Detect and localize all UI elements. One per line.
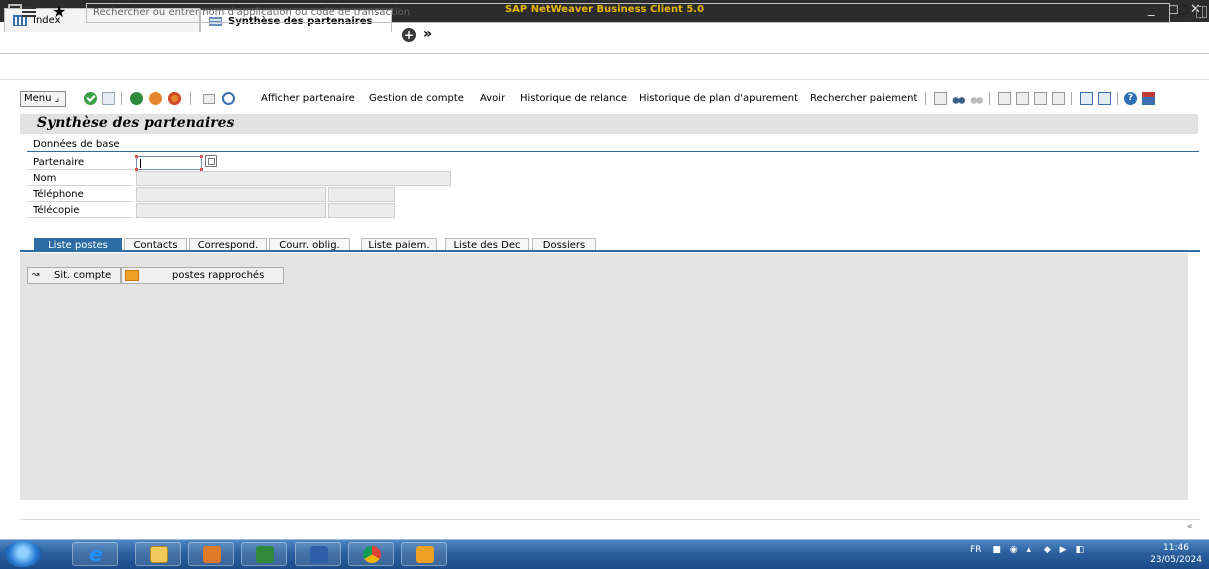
start-button[interactable] [4, 541, 42, 567]
toolbar-separator [1071, 92, 1072, 105]
taskbar-clock[interactable]: 11:46 23/05/2024 [1146, 542, 1206, 566]
print-icon[interactable] [934, 92, 947, 105]
sit-compte-button[interactable]: ↝ Sit. compte [27, 267, 121, 284]
collapse-chevron-icon[interactable]: « [1187, 522, 1193, 532]
tab-divider [20, 250, 1200, 252]
sap-logon-icon [416, 546, 434, 563]
telecopie-label: Télécopie [27, 203, 134, 218]
last-page-icon [1052, 92, 1065, 105]
back-icon[interactable] [130, 92, 143, 105]
value-help-icon[interactable] [205, 155, 217, 167]
toolbar-separator [989, 92, 990, 105]
find-next-icon [970, 92, 983, 105]
footer-divider [20, 519, 1200, 520]
internet-explorer-taskbar-button[interactable]: e [72, 542, 118, 566]
historique-plan-apurement-button[interactable]: Historique de plan d'apurement [639, 93, 798, 104]
toolbar-separator [925, 92, 926, 105]
hamburger-menu-icon[interactable] [22, 7, 36, 18]
clock-time: 11:46 [1163, 543, 1189, 553]
find-icon[interactable] [952, 92, 965, 105]
group-divider [27, 151, 1199, 152]
donnees-de-base-title: Données de base [33, 139, 120, 150]
clock-date: 23/05/2024 [1150, 555, 1202, 565]
required-marker [200, 155, 203, 158]
outlook-taskbar-button[interactable] [188, 542, 234, 566]
display-window-icon[interactable] [203, 94, 215, 104]
excel-taskbar-button[interactable] [241, 542, 287, 566]
menu-button-label: Menu [24, 93, 52, 104]
nom-field [136, 171, 451, 186]
explorer-taskbar-button[interactable] [135, 542, 181, 566]
word-icon [310, 546, 328, 563]
previous-page-icon [1016, 92, 1029, 105]
refresh-icon[interactable] [222, 92, 235, 105]
tray-app-icon[interactable]: ■ [992, 545, 1001, 555]
tab-content-area [20, 253, 1188, 500]
new-session-icon[interactable] [1080, 92, 1093, 105]
nom-label: Nom [27, 171, 134, 186]
avoir-button[interactable]: Avoir [480, 93, 505, 104]
save-icon[interactable] [102, 92, 115, 105]
first-page-icon [998, 92, 1011, 105]
chrome-icon [363, 546, 381, 563]
postes-rapproches-label: postes rapprochés [172, 270, 265, 281]
toolbar-separator [1117, 92, 1118, 105]
partenaire-label: Partenaire [27, 155, 134, 170]
word-taskbar-button[interactable] [295, 542, 341, 566]
help-icon[interactable]: ? [1124, 92, 1137, 105]
layout-icon[interactable] [1142, 92, 1155, 105]
folder-icon [150, 546, 168, 563]
excel-icon [256, 546, 274, 563]
new-tab-plus-icon[interactable]: + [402, 28, 416, 42]
rechercher-paiement-button[interactable]: Rechercher paiement [810, 93, 917, 104]
system-tray: FR ■ ◉ ▴ ◆ ▶ ◧ [970, 545, 1084, 555]
toolbar-separator [121, 92, 122, 105]
search-icon[interactable] [1176, 4, 1192, 20]
toolbar-separator [190, 92, 191, 105]
language-indicator[interactable]: FR [970, 545, 981, 555]
exit-icon[interactable] [149, 92, 162, 105]
network-icon[interactable]: ◆ [1044, 545, 1051, 555]
postes-rapproches-icon [125, 270, 139, 281]
afficher-partenaire-button[interactable]: Afficher partenaire [261, 93, 355, 104]
enter-check-icon[interactable] [84, 92, 97, 105]
telephone-extension-field [328, 187, 395, 202]
partenaire-input[interactable] [136, 156, 202, 170]
next-page-icon [1034, 92, 1047, 105]
historique-relance-button[interactable]: Historique de relance [520, 93, 627, 104]
volume-icon[interactable]: ◧ [1075, 545, 1084, 555]
page-title-bar: Synthèse des partenaires [20, 114, 1198, 134]
side-panel-icon[interactable] [1196, 6, 1207, 18]
more-tabs-chevron-icon[interactable]: » [423, 26, 432, 42]
telecopie-extension-field [328, 203, 395, 218]
telephone-field [136, 187, 326, 202]
flag-icon[interactable]: ▶ [1060, 545, 1067, 555]
chrome-taskbar-button[interactable] [348, 542, 394, 566]
gestion-compte-button[interactable]: Gestion de compte [369, 93, 464, 104]
telecopie-field [136, 203, 326, 218]
required-marker [135, 155, 138, 158]
sap-taskbar-button[interactable] [401, 542, 447, 566]
sit-compte-label: Sit. compte [54, 270, 112, 281]
postes-rapproches-button[interactable]: postes rapprochés [121, 267, 284, 284]
page-title: Synthèse des partenaires [37, 115, 235, 131]
cancel-icon[interactable] [168, 92, 181, 105]
tray-expand-icon[interactable]: ▴ [1026, 545, 1031, 555]
shortcut-icon[interactable] [1098, 92, 1111, 105]
internet-explorer-icon: e [89, 542, 103, 566]
menu-button[interactable]: Menu ⌟ [20, 91, 66, 107]
command-row [0, 54, 1209, 80]
telephone-label: Téléphone [27, 187, 134, 202]
favorites-star-icon[interactable]: ★ [52, 3, 66, 21]
tray-help-icon[interactable]: ◉ [1010, 545, 1018, 555]
command-search-input[interactable]: Rechercher ou entrer nom d'application o… [86, 3, 1170, 23]
outlook-icon [203, 546, 221, 563]
sit-compte-icon: ↝ [32, 270, 40, 280]
